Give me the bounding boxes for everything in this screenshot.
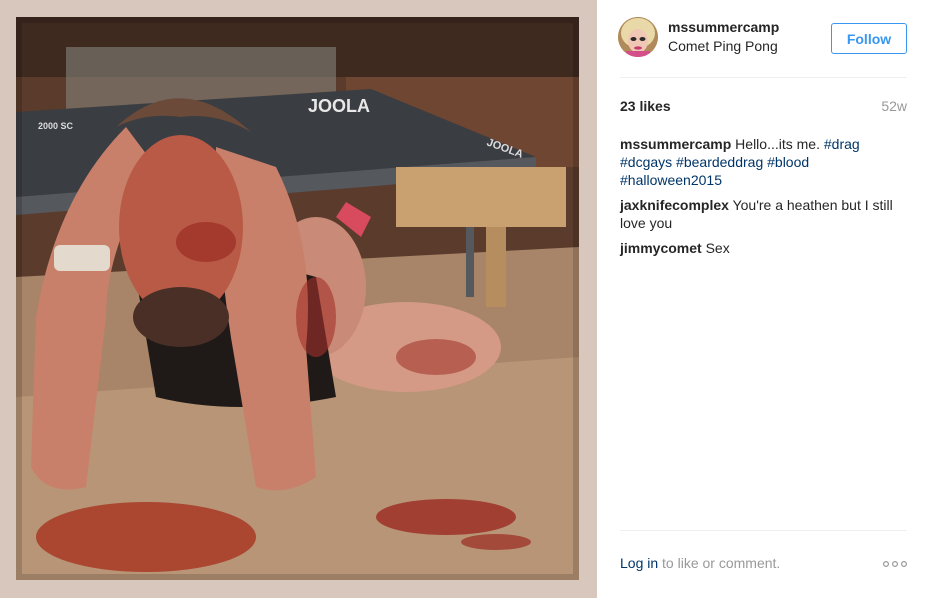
avatar[interactable] <box>618 17 658 57</box>
table-model-text: 2000 SC <box>38 121 74 131</box>
hashtag-link[interactable]: #halloween2015 <box>620 172 722 188</box>
comment: jaxknifecomplex You're a heathen but I s… <box>620 196 910 232</box>
comment-author[interactable]: jimmycomet <box>620 240 702 256</box>
post-header: mssummercamp Comet Ping Pong Follow <box>597 0 931 78</box>
instagram-post-page: JOOLA JOOLA 2000 SC mssummercamp Comet P… <box>0 0 931 598</box>
more-options-icon[interactable] <box>883 560 907 568</box>
media-column: JOOLA JOOLA 2000 SC <box>0 0 597 598</box>
caption-author[interactable]: mssummercamp <box>620 136 731 152</box>
username[interactable]: mssummercamp <box>668 19 779 35</box>
comment-author[interactable]: jaxknifecomplex <box>620 197 729 213</box>
header-divider <box>620 77 907 78</box>
hashtag-link[interactable]: #drag <box>824 136 860 152</box>
comment: jimmycomet Sex <box>620 239 910 257</box>
post-side-panel: mssummercamp Comet Ping Pong Follow 23 l… <box>597 0 931 598</box>
hashtag-link[interactable]: #beardeddrag <box>676 154 763 170</box>
post-photo-image: JOOLA JOOLA 2000 SC <box>16 17 579 580</box>
location-link[interactable]: Comet Ping Pong <box>668 38 778 54</box>
post-photo[interactable]: JOOLA JOOLA 2000 SC <box>16 17 579 580</box>
post-age[interactable]: 52w <box>881 98 907 114</box>
hashtag-link[interactable]: #dcgays <box>620 154 672 170</box>
likes-count[interactable]: 23 likes <box>620 98 671 114</box>
avatar-image <box>618 17 658 57</box>
table-brand-text: JOOLA <box>308 96 370 116</box>
hashtag-link[interactable]: #blood <box>767 154 809 170</box>
follow-button[interactable]: Follow <box>831 23 907 54</box>
footer-divider <box>620 530 907 531</box>
login-prompt: Log in to like or comment. <box>620 555 780 571</box>
caption-text: Hello...its me. <box>735 136 820 152</box>
login-suffix: to like or comment. <box>662 555 781 571</box>
comments-list: mssummercamp Hello...its me. #drag #dcga… <box>620 135 910 264</box>
caption: mssummercamp Hello...its me. #drag #dcga… <box>620 135 910 189</box>
comment-text: Sex <box>705 240 730 256</box>
login-link[interactable]: Log in <box>620 555 658 571</box>
